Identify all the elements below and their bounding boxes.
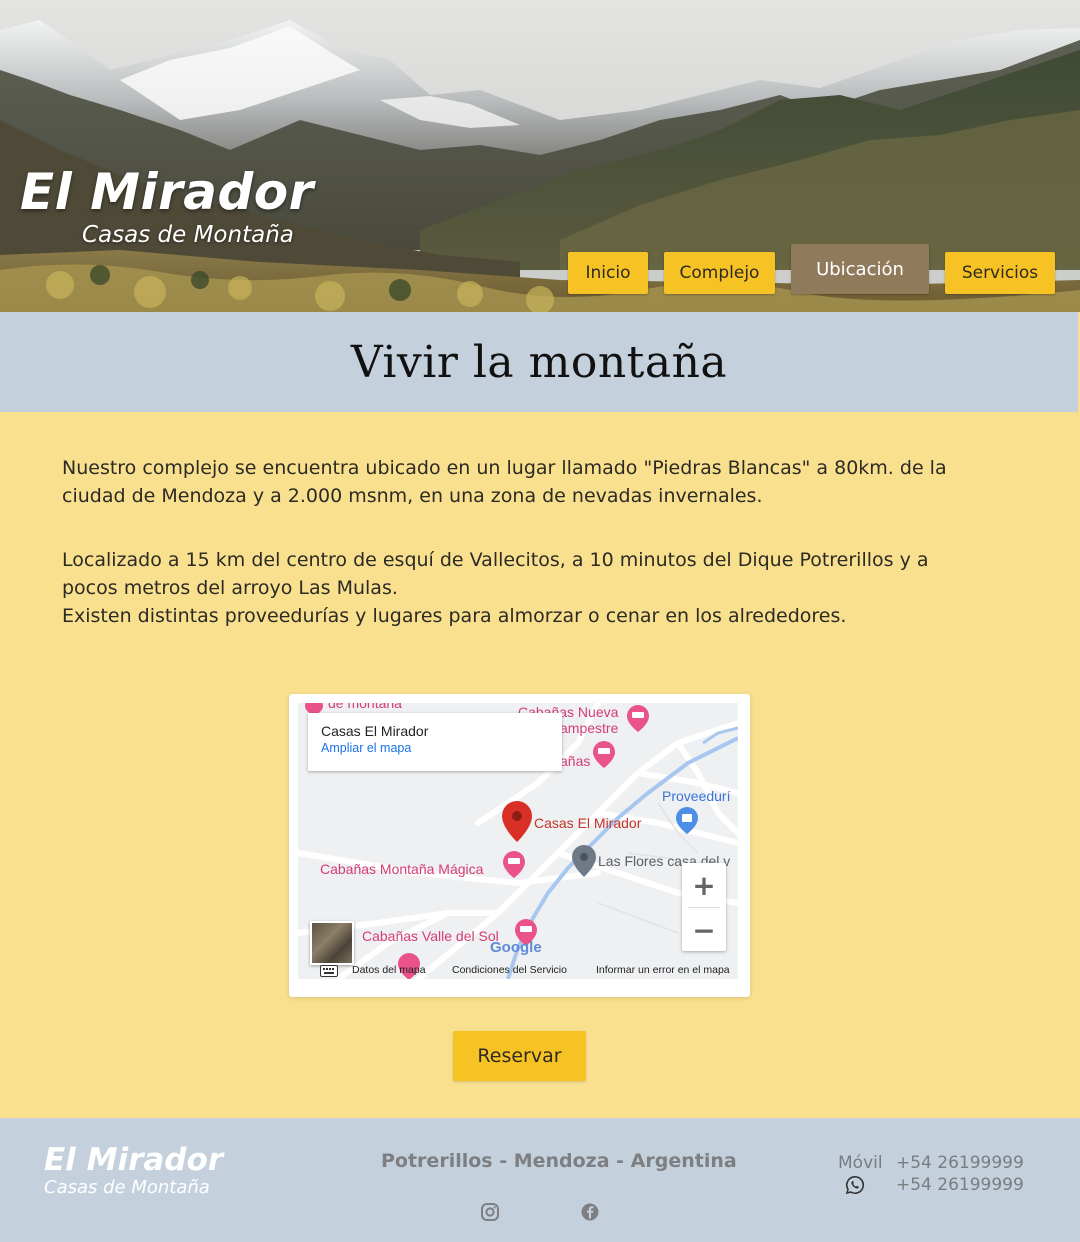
description-paragraph-2-line-2: Existen distintas proveedurías y lugares… xyxy=(62,605,847,627)
nav-ubicacion-button[interactable]: Ubicación xyxy=(791,244,929,294)
map-label-valle-del-sol: Cabañas Valle del Sol xyxy=(362,928,499,944)
footer-brand[interactable]: El Mirador Casas de Montaña xyxy=(44,1142,223,1198)
mobile-row: Móvil +54 26199999 xyxy=(838,1152,1024,1174)
reserve-button[interactable]: Reservar xyxy=(453,1031,586,1081)
nav-servicios-button[interactable]: Servicios xyxy=(945,252,1055,294)
map-label-proveeduria: Proveedurí xyxy=(662,788,731,804)
description-paragraph-2-line-1: Localizado a 15 km del centro de esquí d… xyxy=(62,549,929,599)
footer: El Mirador Casas de Montaña Potrerillos … xyxy=(0,1118,1080,1242)
mobile-number[interactable]: +54 26199999 xyxy=(896,1153,1024,1173)
hero-header: El Mirador Casas de Montaña Inicio Compl… xyxy=(0,0,1080,312)
map-attribution: Datos del mapa Condiciones del Servicio … xyxy=(298,963,738,979)
zoom-in-button[interactable]: + xyxy=(682,863,726,907)
terms-link[interactable]: Condiciones del Servicio xyxy=(452,964,567,976)
instagram-icon[interactable] xyxy=(480,1202,500,1222)
title-band: Vivir la montaña xyxy=(0,312,1078,412)
satellite-toggle-thumbnail[interactable] xyxy=(310,921,354,965)
description-paragraph-2: Localizado a 15 km del centro de esquí d… xyxy=(62,546,982,630)
footer-contact: Móvil +54 26199999 +54 26199999 xyxy=(838,1152,1024,1196)
nav-complejo-button[interactable]: Complejo xyxy=(664,252,775,294)
enlarge-map-link[interactable]: Ampliar el mapa xyxy=(321,741,549,755)
map-label-anas: añas xyxy=(560,753,591,769)
whatsapp-icon[interactable] xyxy=(838,1175,896,1195)
location-description: Nuestro complejo se encuentra ubicado en… xyxy=(62,454,982,630)
footer-brand-title: El Mirador xyxy=(44,1142,224,1178)
map-card: de montaña Cabañas Nueva ampestre añas P… xyxy=(289,694,750,997)
map-label-casas-el-mirador: Casas El Mirador xyxy=(534,815,642,831)
page-title: Vivir la montaña xyxy=(350,336,728,388)
map-label-nueva-2: ampestre xyxy=(560,720,619,736)
map-info-window: Casas El Mirador Ampliar el mapa xyxy=(308,713,562,771)
main-nav: Inicio Complejo Ubicación Servicios xyxy=(0,0,1080,312)
mobile-label: Móvil xyxy=(838,1153,883,1173)
whatsapp-number[interactable]: +54 26199999 xyxy=(896,1175,1024,1195)
map-zoom-controls: + − xyxy=(682,863,726,951)
description-paragraph-1: Nuestro complejo se encuentra ubicado en… xyxy=(62,457,947,507)
whatsapp-row: +54 26199999 xyxy=(838,1174,1024,1196)
map-place-name: Casas El Mirador xyxy=(321,723,429,739)
nav-inicio-button[interactable]: Inicio xyxy=(568,252,648,294)
zoom-out-button[interactable]: − xyxy=(682,908,726,952)
footer-brand-subtitle: Casas de Montaña xyxy=(44,1177,210,1198)
facebook-icon[interactable] xyxy=(580,1202,600,1222)
embedded-map[interactable]: de montaña Cabañas Nueva ampestre añas P… xyxy=(298,703,738,979)
map-label-montana-magica: Cabañas Montaña Mágica xyxy=(320,861,484,877)
footer-location: Potrerillos - Mendoza - Argentina xyxy=(381,1150,737,1172)
report-error-link[interactable]: Informar un error en el mapa xyxy=(596,964,730,976)
map-data-link[interactable]: Datos del mapa xyxy=(352,964,426,976)
map-label-top: de montaña xyxy=(328,703,402,711)
google-logo: Google xyxy=(490,939,542,956)
